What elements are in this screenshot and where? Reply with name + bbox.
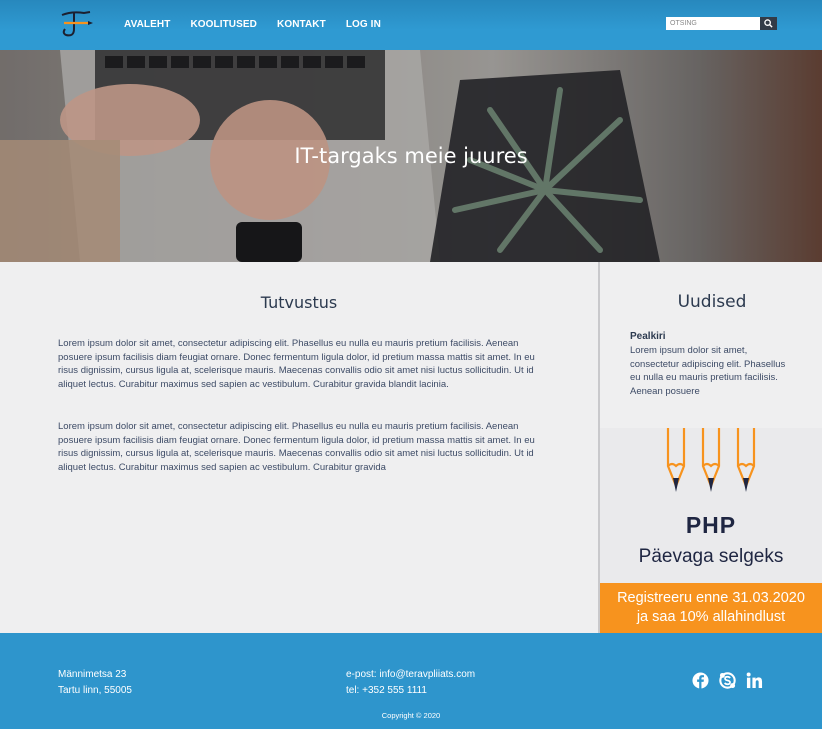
logo-icon[interactable] xyxy=(58,9,94,41)
site-footer: Männimetsa 23 Tartu linn, 55005 e-post: … xyxy=(0,633,822,729)
facebook-icon[interactable] xyxy=(692,672,709,694)
news-sidebar: Uudised Pealkiri Lorem ipsum dolor sit a… xyxy=(598,262,822,633)
intro-paragraph-2: Lorem ipsum dolor sit amet, consectetur … xyxy=(58,421,535,474)
intro-section: Tutvustus Lorem ipsum dolor sit amet, co… xyxy=(0,262,598,633)
intro-paragraph-1: Lorem ipsum dolor sit amet, consectetur … xyxy=(58,338,535,391)
search-icon xyxy=(764,19,773,28)
nav-avaleht[interactable]: AVALEHT xyxy=(124,19,170,30)
hero-banner: IT-targaks meie juures xyxy=(0,50,822,262)
hero-title: IT-targaks meie juures xyxy=(294,144,528,168)
search-button[interactable] xyxy=(760,17,777,30)
news-item-text: Lorem ipsum dolor sit amet, consectetur … xyxy=(630,345,786,398)
ad-subline: Päevaga selgeks xyxy=(638,546,784,567)
site-header: AVALEHT KOOLITUSED KONTAKT LOG IN xyxy=(0,0,822,50)
ad-headline: PHP xyxy=(685,512,737,538)
linkedin-icon[interactable] xyxy=(746,672,763,694)
search-input[interactable] xyxy=(666,17,760,30)
copyright: Copyright © 2020 xyxy=(381,711,441,720)
skype-icon[interactable] xyxy=(719,672,736,694)
php-course-ad[interactable]: PHP Päevaga selgeks Registreeru enne 31.… xyxy=(600,428,822,633)
social-links xyxy=(692,672,763,694)
pencils-icon xyxy=(666,428,756,492)
nav-koolitused[interactable]: KOOLITUSED xyxy=(190,19,257,30)
sidebar-title: Uudised xyxy=(677,292,747,312)
main-nav: AVALEHT KOOLITUSED KONTAKT LOG IN xyxy=(124,19,381,30)
cta-line-2: ja saa 10% allahindlust xyxy=(636,609,786,625)
footer-address: Männimetsa 23 Tartu linn, 55005 xyxy=(58,667,132,699)
register-cta-button[interactable]: Registreeru enne 31.03.2020 ja saa 10% a… xyxy=(600,583,822,633)
footer-contact: e-post: info@teravpliiats.com tel: +352 … xyxy=(346,667,475,699)
section-title: Tutvustus xyxy=(260,293,338,312)
address-line-1: Männimetsa 23 xyxy=(58,669,127,680)
search-box xyxy=(666,17,777,30)
nav-log-in[interactable]: LOG IN xyxy=(346,19,381,30)
footer-phone[interactable]: tel: +352 555 1111 xyxy=(346,683,475,699)
address-line-2: Tartu linn, 55005 xyxy=(58,685,132,696)
nav-kontakt[interactable]: KONTAKT xyxy=(277,19,326,30)
footer-email[interactable]: e-post: info@teravpliiats.com xyxy=(346,667,475,683)
news-item-title[interactable]: Pealkiri xyxy=(630,331,666,342)
cta-line-1: Registreeru enne 31.03.2020 xyxy=(617,590,805,606)
